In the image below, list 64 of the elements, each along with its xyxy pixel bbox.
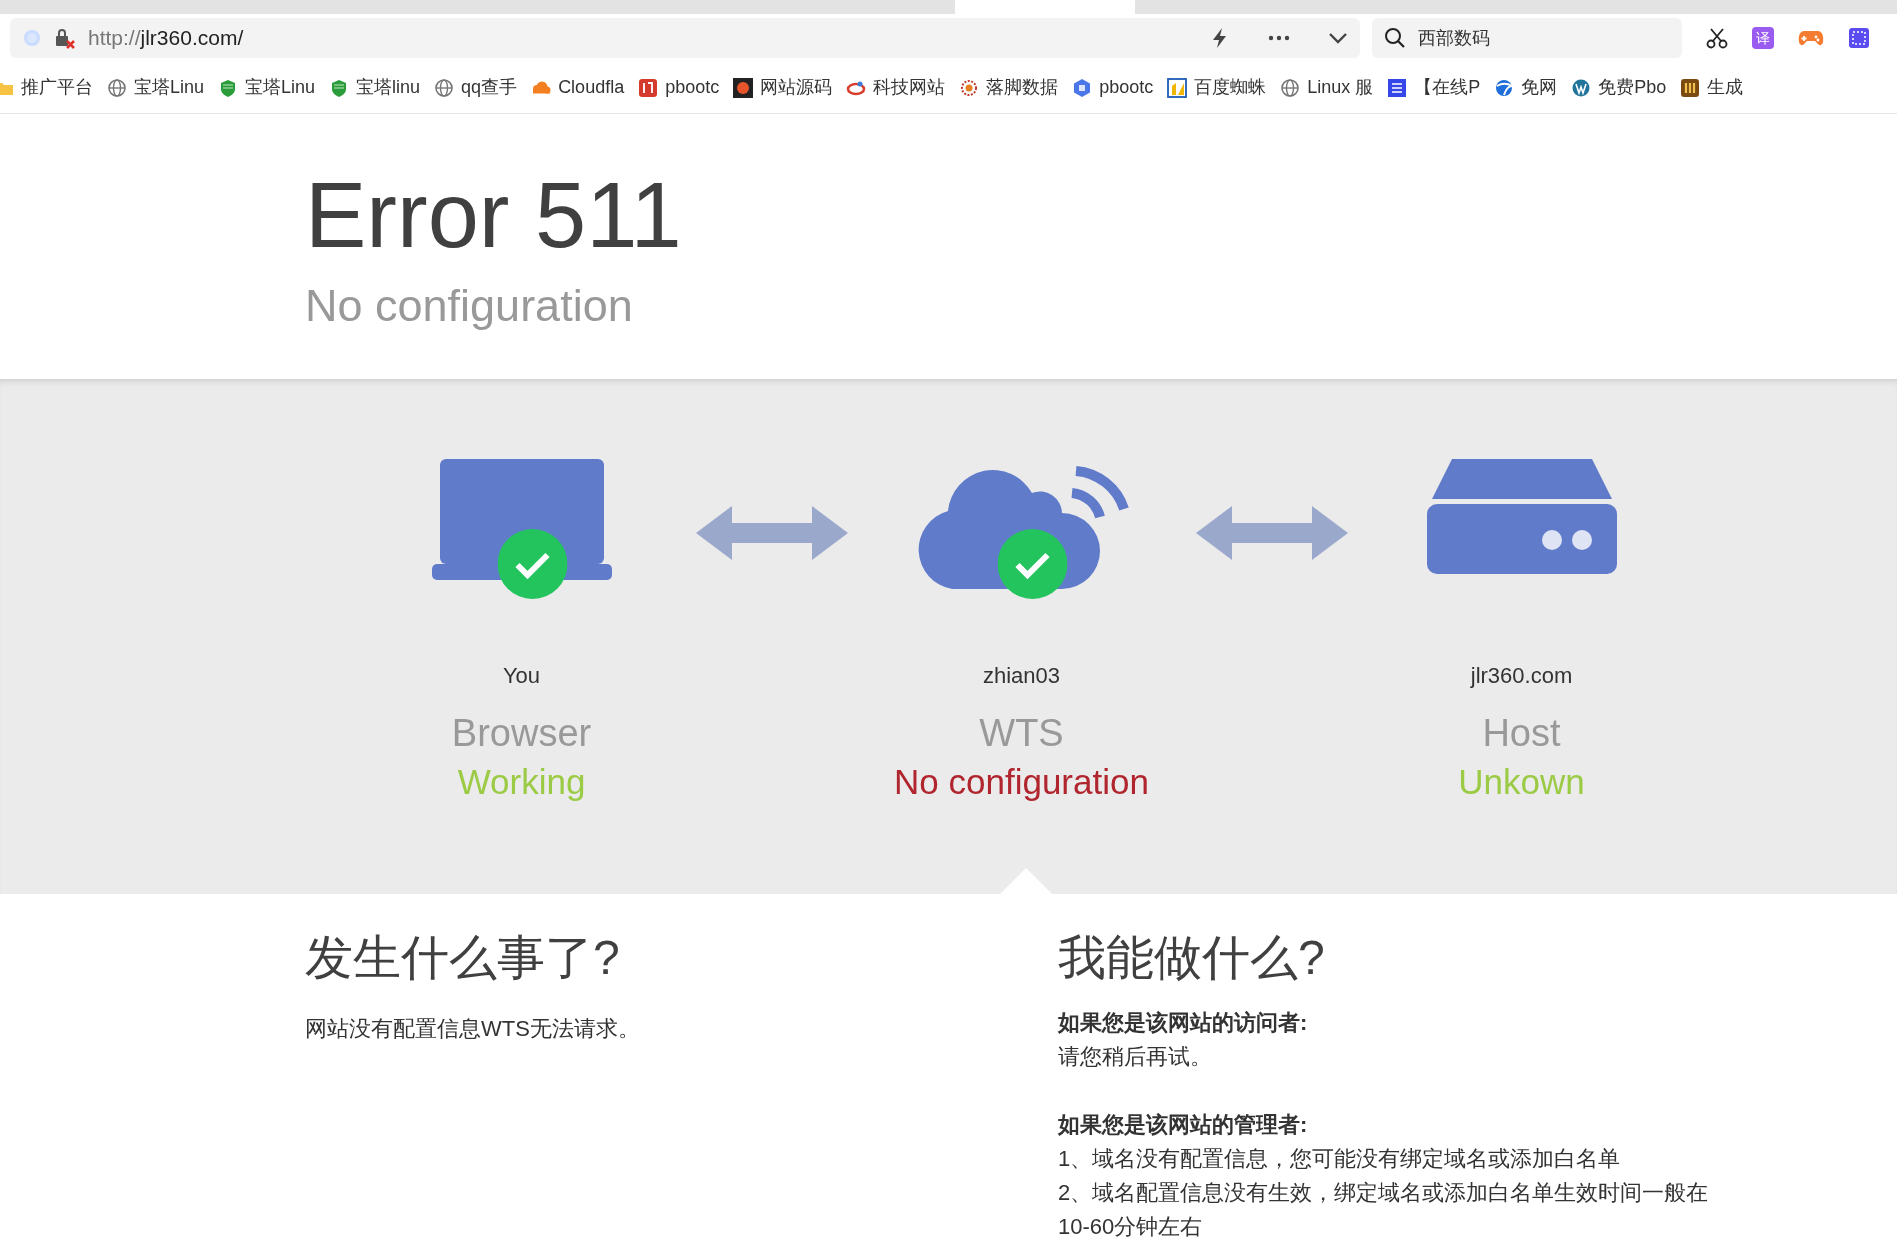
section-text: 请您稍后再试。 [1058, 1043, 1212, 1071]
scissors-icon[interactable] [1706, 27, 1728, 49]
section-text: 网站没有配置信息WTS无法请求。 [305, 1015, 640, 1043]
bookmark-link[interactable]: 宝塔linu [356, 74, 421, 101]
node-role: WTS [979, 714, 1064, 752]
bookmark-link[interactable]: 免网 [1521, 74, 1558, 101]
node-name: jlr360.com [1470, 662, 1573, 690]
node-role: Host [1482, 714, 1561, 752]
section-heading: 我能做什么? [1058, 934, 1325, 982]
node-role: Browser [451, 714, 592, 752]
bookmark-link[interactable]: 宝塔Linu [134, 74, 205, 101]
bookmark-link[interactable]: Cloudfla [558, 74, 625, 101]
more-icon[interactable] [1268, 35, 1290, 41]
section-text: 2、域名配置信息没有生效，绑定域名或添加白名单生效时间一般在 [1058, 1179, 1709, 1207]
app-square-icon[interactable] [1848, 27, 1870, 49]
bookmark-link[interactable]: 宝塔Linu [245, 74, 316, 101]
bookmark-link[interactable]: 网站源码 [760, 74, 833, 101]
double-arrow-icon [695, 506, 848, 560]
square-icon [1387, 77, 1408, 98]
bookmark-link[interactable]: 推广平台 [21, 74, 93, 101]
error-title: Error 511 [305, 169, 682, 261]
bookmark-link[interactable]: pbootc [665, 74, 720, 101]
chevron-down-icon[interactable] [1328, 32, 1348, 44]
section-text: 10-60分钟左右 [1058, 1213, 1203, 1241]
globe-icon [434, 77, 455, 98]
globe-icon [1280, 77, 1301, 98]
hexagon-icon [1072, 77, 1093, 98]
node-status: Unkown [1458, 764, 1585, 799]
url-text[interactable]: http://jlr360.com/ [88, 22, 244, 54]
error-subtitle: No configuration [305, 283, 633, 328]
square-icon [638, 77, 659, 98]
bookmark-link[interactable]: Linux 服 [1307, 74, 1374, 101]
node-name: You [502, 662, 541, 690]
insecure-lock-icon [54, 27, 76, 49]
sun-icon [733, 77, 754, 98]
section-heading: 发生什么事了? [305, 934, 620, 982]
bookmark-link[interactable]: 免费Pbo [1598, 74, 1667, 101]
bookmark-link[interactable]: qq查手 [461, 74, 518, 101]
node-status: Working [457, 764, 586, 799]
gamepad-icon[interactable] [1798, 28, 1824, 48]
wordpress-icon [1571, 77, 1592, 98]
search-icon [1384, 27, 1406, 49]
section-text: 1、域名没有配置信息，您可能没有绑定域名或添加白名单 [1058, 1145, 1621, 1173]
bookmark-link[interactable]: 生成 [1707, 74, 1744, 101]
chart-icon [1167, 77, 1188, 98]
node-name: zhian03 [982, 662, 1061, 690]
page-status-icon [22, 28, 42, 48]
bookmark-link[interactable]: pbootc [1099, 74, 1154, 101]
node-status: No configuration [894, 764, 1149, 799]
stamp-icon [959, 77, 980, 98]
search-field[interactable]: 西部数码 [1372, 18, 1682, 58]
translate-button[interactable]: 译 [1752, 27, 1774, 49]
bookmark-link[interactable]: 百度蜘蛛 [1194, 74, 1267, 101]
section-subheading: 如果您是该网站的访问者: [1058, 1009, 1308, 1037]
bird-icon [1494, 77, 1515, 98]
globe-icon [107, 77, 127, 98]
address-bar[interactable]: http://jlr360.com/ [10, 18, 1360, 58]
box-icon [1680, 77, 1701, 98]
section-subheading: 如果您是该网站的管理者: [1058, 1111, 1308, 1139]
bookmark-link[interactable]: 落脚数据 [986, 74, 1059, 101]
double-arrow-icon [1195, 506, 1348, 560]
cloud-icon [531, 81, 552, 94]
bookmark-link[interactable]: 科技网站 [873, 74, 946, 101]
bookmark-link[interactable]: 【在线P [1414, 74, 1481, 101]
